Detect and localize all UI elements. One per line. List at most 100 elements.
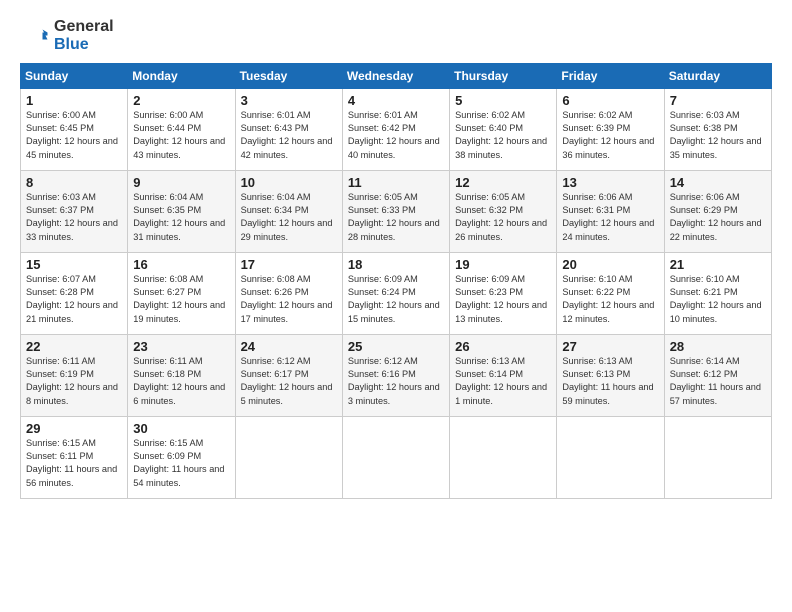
day-info: Sunrise: 6:09 AM Sunset: 6:24 PM Dayligh… [348,273,444,326]
logo-general: General [54,18,114,36]
day-info: Sunrise: 6:10 AM Sunset: 6:21 PM Dayligh… [670,273,766,326]
day-info: Sunrise: 6:01 AM Sunset: 6:42 PM Dayligh… [348,109,444,162]
day-info: Sunrise: 6:14 AM Sunset: 6:12 PM Dayligh… [670,355,766,408]
day-number: 12 [455,175,551,190]
calendar-cell: 9Sunrise: 6:04 AM Sunset: 6:35 PM Daylig… [128,170,235,252]
day-info: Sunrise: 6:12 AM Sunset: 6:16 PM Dayligh… [348,355,444,408]
day-number: 11 [348,175,444,190]
day-number: 23 [133,339,229,354]
day-number: 20 [562,257,658,272]
calendar-cell: 29Sunrise: 6:15 AM Sunset: 6:11 PM Dayli… [21,416,128,498]
weekday-header-saturday: Saturday [664,63,771,88]
day-number: 15 [26,257,122,272]
day-info: Sunrise: 6:05 AM Sunset: 6:33 PM Dayligh… [348,191,444,244]
day-number: 27 [562,339,658,354]
weekday-header-monday: Monday [128,63,235,88]
weekday-header-tuesday: Tuesday [235,63,342,88]
calendar-cell: 21Sunrise: 6:10 AM Sunset: 6:21 PM Dayli… [664,252,771,334]
day-number: 4 [348,93,444,108]
calendar-cell: 19Sunrise: 6:09 AM Sunset: 6:23 PM Dayli… [450,252,557,334]
day-number: 24 [241,339,337,354]
calendar-cell: 15Sunrise: 6:07 AM Sunset: 6:28 PM Dayli… [21,252,128,334]
day-info: Sunrise: 6:08 AM Sunset: 6:26 PM Dayligh… [241,273,337,326]
calendar-table: SundayMondayTuesdayWednesdayThursdayFrid… [20,63,772,499]
logo-icon [20,21,50,51]
calendar-cell: 18Sunrise: 6:09 AM Sunset: 6:24 PM Dayli… [342,252,449,334]
day-info: Sunrise: 6:03 AM Sunset: 6:38 PM Dayligh… [670,109,766,162]
calendar-cell: 4Sunrise: 6:01 AM Sunset: 6:42 PM Daylig… [342,88,449,170]
day-number: 3 [241,93,337,108]
day-number: 9 [133,175,229,190]
weekday-header-wednesday: Wednesday [342,63,449,88]
weekday-header-friday: Friday [557,63,664,88]
calendar-cell: 5Sunrise: 6:02 AM Sunset: 6:40 PM Daylig… [450,88,557,170]
calendar-cell: 17Sunrise: 6:08 AM Sunset: 6:26 PM Dayli… [235,252,342,334]
day-number: 26 [455,339,551,354]
day-number: 29 [26,421,122,436]
day-number: 30 [133,421,229,436]
calendar-cell: 1Sunrise: 6:00 AM Sunset: 6:45 PM Daylig… [21,88,128,170]
calendar-cell: 23Sunrise: 6:11 AM Sunset: 6:18 PM Dayli… [128,334,235,416]
day-number: 18 [348,257,444,272]
day-number: 8 [26,175,122,190]
calendar-cell: 13Sunrise: 6:06 AM Sunset: 6:31 PM Dayli… [557,170,664,252]
day-info: Sunrise: 6:00 AM Sunset: 6:45 PM Dayligh… [26,109,122,162]
calendar-cell: 27Sunrise: 6:13 AM Sunset: 6:13 PM Dayli… [557,334,664,416]
day-info: Sunrise: 6:12 AM Sunset: 6:17 PM Dayligh… [241,355,337,408]
day-info: Sunrise: 6:04 AM Sunset: 6:35 PM Dayligh… [133,191,229,244]
calendar-cell: 2Sunrise: 6:00 AM Sunset: 6:44 PM Daylig… [128,88,235,170]
day-info: Sunrise: 6:13 AM Sunset: 6:14 PM Dayligh… [455,355,551,408]
day-info: Sunrise: 6:06 AM Sunset: 6:29 PM Dayligh… [670,191,766,244]
calendar-cell: 24Sunrise: 6:12 AM Sunset: 6:17 PM Dayli… [235,334,342,416]
day-info: Sunrise: 6:00 AM Sunset: 6:44 PM Dayligh… [133,109,229,162]
calendar-cell: 6Sunrise: 6:02 AM Sunset: 6:39 PM Daylig… [557,88,664,170]
day-number: 13 [562,175,658,190]
logo-blue: Blue [54,36,114,54]
day-info: Sunrise: 6:03 AM Sunset: 6:37 PM Dayligh… [26,191,122,244]
day-info: Sunrise: 6:02 AM Sunset: 6:39 PM Dayligh… [562,109,658,162]
calendar-cell: 25Sunrise: 6:12 AM Sunset: 6:16 PM Dayli… [342,334,449,416]
calendar-cell: 26Sunrise: 6:13 AM Sunset: 6:14 PM Dayli… [450,334,557,416]
day-number: 5 [455,93,551,108]
calendar-cell [342,416,449,498]
calendar-cell: 7Sunrise: 6:03 AM Sunset: 6:38 PM Daylig… [664,88,771,170]
day-info: Sunrise: 6:09 AM Sunset: 6:23 PM Dayligh… [455,273,551,326]
day-number: 7 [670,93,766,108]
calendar-cell: 30Sunrise: 6:15 AM Sunset: 6:09 PM Dayli… [128,416,235,498]
calendar-cell [664,416,771,498]
day-info: Sunrise: 6:11 AM Sunset: 6:18 PM Dayligh… [133,355,229,408]
day-number: 21 [670,257,766,272]
calendar-cell: 20Sunrise: 6:10 AM Sunset: 6:22 PM Dayli… [557,252,664,334]
logo: GeneralBlue [20,18,114,55]
weekday-header-thursday: Thursday [450,63,557,88]
weekday-header-sunday: Sunday [21,63,128,88]
day-info: Sunrise: 6:06 AM Sunset: 6:31 PM Dayligh… [562,191,658,244]
calendar-cell: 12Sunrise: 6:05 AM Sunset: 6:32 PM Dayli… [450,170,557,252]
calendar-cell [557,416,664,498]
day-info: Sunrise: 6:15 AM Sunset: 6:09 PM Dayligh… [133,437,229,490]
day-number: 17 [241,257,337,272]
calendar-cell: 8Sunrise: 6:03 AM Sunset: 6:37 PM Daylig… [21,170,128,252]
day-info: Sunrise: 6:10 AM Sunset: 6:22 PM Dayligh… [562,273,658,326]
day-info: Sunrise: 6:13 AM Sunset: 6:13 PM Dayligh… [562,355,658,408]
day-number: 19 [455,257,551,272]
calendar-cell: 16Sunrise: 6:08 AM Sunset: 6:27 PM Dayli… [128,252,235,334]
day-number: 28 [670,339,766,354]
day-info: Sunrise: 6:11 AM Sunset: 6:19 PM Dayligh… [26,355,122,408]
day-number: 10 [241,175,337,190]
day-number: 1 [26,93,122,108]
day-info: Sunrise: 6:04 AM Sunset: 6:34 PM Dayligh… [241,191,337,244]
calendar-cell: 11Sunrise: 6:05 AM Sunset: 6:33 PM Dayli… [342,170,449,252]
day-number: 2 [133,93,229,108]
calendar-cell: 22Sunrise: 6:11 AM Sunset: 6:19 PM Dayli… [21,334,128,416]
calendar-cell: 28Sunrise: 6:14 AM Sunset: 6:12 PM Dayli… [664,334,771,416]
day-number: 14 [670,175,766,190]
day-info: Sunrise: 6:08 AM Sunset: 6:27 PM Dayligh… [133,273,229,326]
day-number: 6 [562,93,658,108]
calendar-cell [235,416,342,498]
calendar-cell: 3Sunrise: 6:01 AM Sunset: 6:43 PM Daylig… [235,88,342,170]
day-info: Sunrise: 6:07 AM Sunset: 6:28 PM Dayligh… [26,273,122,326]
day-info: Sunrise: 6:05 AM Sunset: 6:32 PM Dayligh… [455,191,551,244]
day-info: Sunrise: 6:15 AM Sunset: 6:11 PM Dayligh… [26,437,122,490]
day-info: Sunrise: 6:01 AM Sunset: 6:43 PM Dayligh… [241,109,337,162]
